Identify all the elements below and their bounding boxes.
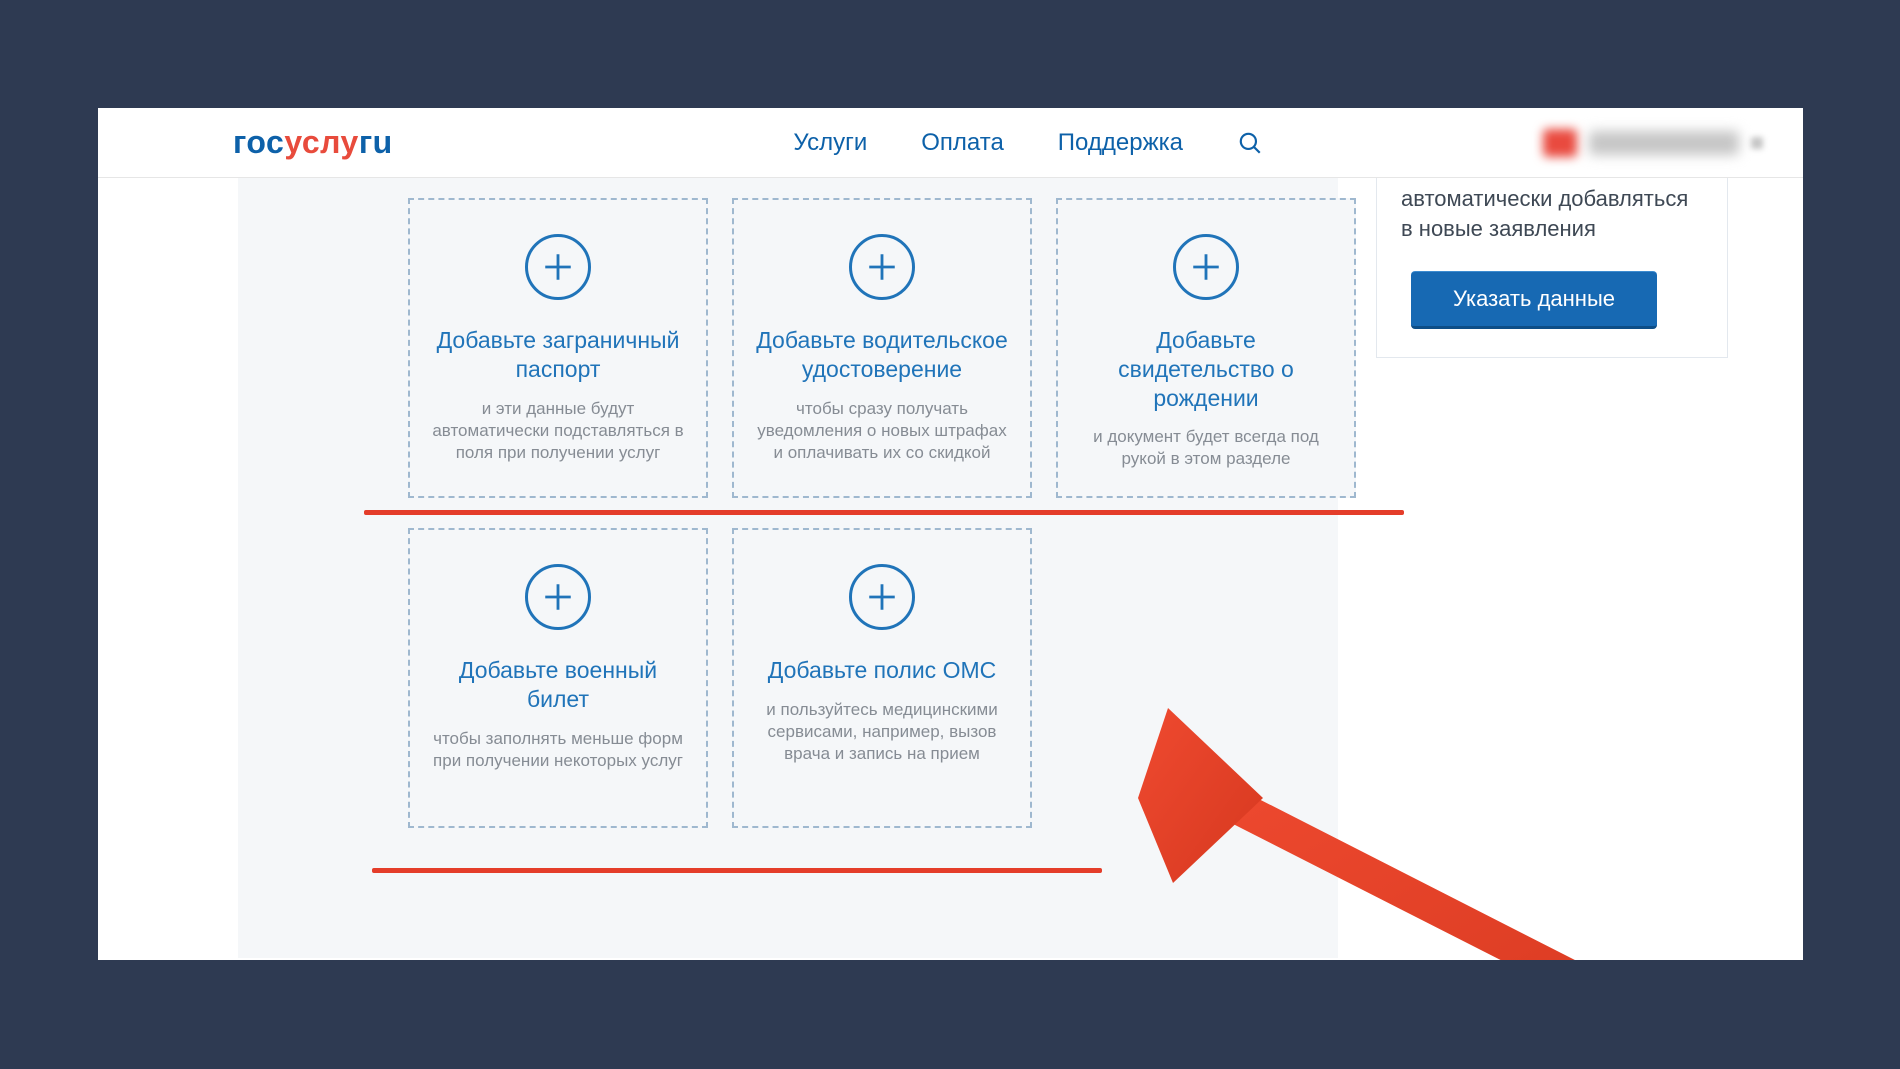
card-desc: и пользуйтесь медицинскими сервисами, на… bbox=[756, 699, 1008, 765]
plus-icon bbox=[849, 234, 915, 300]
plus-icon bbox=[525, 564, 591, 630]
annotation-underline-1 bbox=[364, 510, 1404, 515]
logo-part-gi: гu bbox=[359, 124, 393, 160]
search-icon[interactable] bbox=[1237, 130, 1263, 156]
plus-icon bbox=[525, 234, 591, 300]
app-window: госуслугu Услуги Оплата Поддержка bbox=[98, 108, 1803, 960]
card-military-id[interactable]: Добавьте военный билет чтобы заполнять м… bbox=[408, 528, 708, 828]
nav-services[interactable]: Услуги bbox=[793, 129, 867, 157]
card-desc: чтобы заполнять меньше форм при получени… bbox=[432, 728, 684, 772]
documents-panel: Добавьте заграничный паспорт и эти данны… bbox=[238, 178, 1338, 958]
card-desc: и эти данные будут автоматически подстав… bbox=[432, 398, 684, 464]
card-desc: и документ будет всегда под рукой в этом… bbox=[1080, 426, 1332, 470]
card-title: Добавьте водительское удостоверение bbox=[756, 326, 1008, 384]
nav-payments[interactable]: Оплата bbox=[921, 129, 1004, 157]
side-panel-text: автоматически добавляться в новые заявле… bbox=[1401, 184, 1703, 243]
top-bar: госуслугu Услуги Оплата Поддержка bbox=[98, 108, 1803, 178]
avatar bbox=[1543, 129, 1577, 157]
card-driver-license[interactable]: Добавьте водительское удостоверение чтоб… bbox=[732, 198, 1032, 498]
card-title: Добавьте свидетельство о рождении bbox=[1080, 326, 1332, 412]
logo-part-gos: гос bbox=[233, 124, 284, 160]
card-title: Добавьте военный билет bbox=[432, 656, 684, 714]
site-logo[interactable]: госуслугu bbox=[233, 124, 393, 161]
user-menu[interactable] bbox=[1543, 129, 1763, 157]
plus-icon bbox=[1173, 234, 1239, 300]
card-title: Добавьте полис ОМС bbox=[768, 656, 996, 685]
card-desc: чтобы сразу получать уведомления о новых… bbox=[756, 398, 1008, 464]
annotation-underline-2 bbox=[372, 868, 1102, 873]
logo-part-uslu: услу bbox=[284, 124, 359, 160]
plus-icon bbox=[849, 564, 915, 630]
nav-support[interactable]: Поддержка bbox=[1058, 129, 1183, 157]
cards-row-1: Добавьте заграничный паспорт и эти данны… bbox=[408, 198, 1356, 498]
card-oms-policy[interactable]: Добавьте полис ОМС и пользуйтесь медицин… bbox=[732, 528, 1032, 828]
card-foreign-passport[interactable]: Добавьте заграничный паспорт и эти данны… bbox=[408, 198, 708, 498]
main-nav: Услуги Оплата Поддержка bbox=[793, 129, 1263, 157]
specify-data-button[interactable]: Указать данные bbox=[1411, 271, 1657, 329]
cards-row-2: Добавьте военный билет чтобы заполнять м… bbox=[408, 528, 1032, 828]
user-menu-caret bbox=[1751, 137, 1763, 149]
user-name bbox=[1589, 131, 1739, 155]
content-area: Добавьте заграничный паспорт и эти данны… bbox=[98, 178, 1803, 960]
card-birth-certificate[interactable]: Добавьте свидетельство о рождении и доку… bbox=[1056, 198, 1356, 498]
side-panel: автоматически добавляться в новые заявле… bbox=[1376, 178, 1728, 358]
card-title: Добавьте заграничный паспорт bbox=[432, 326, 684, 384]
